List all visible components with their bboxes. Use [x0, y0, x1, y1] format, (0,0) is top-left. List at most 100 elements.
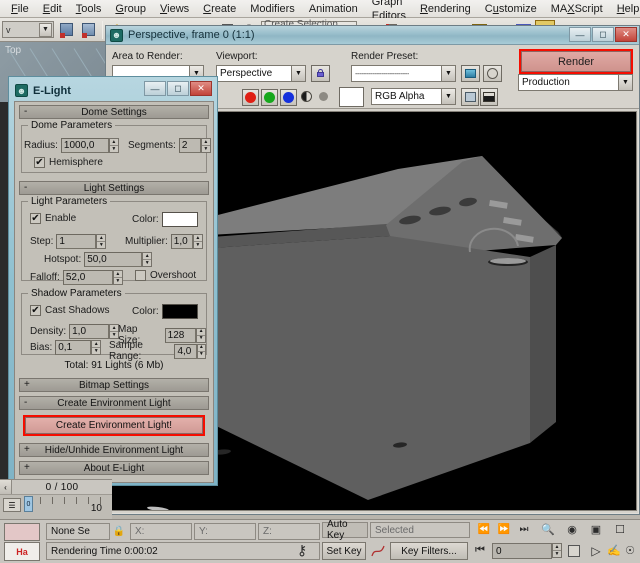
- key-filters-button[interactable]: Key Filters...: [390, 542, 468, 560]
- menu-item-help[interactable]: Help: [610, 1, 640, 17]
- hotspot-input[interactable]: 50,0: [84, 252, 142, 267]
- prev-frame-icon[interactable]: ‹: [0, 480, 12, 494]
- track-bar[interactable]: ☰ 0 10: [0, 495, 112, 519]
- set-key-button[interactable]: Set Key: [322, 542, 366, 560]
- chevron-down-icon[interactable]: ▼: [291, 66, 305, 81]
- menu-item-maxscript[interactable]: MAXScript: [544, 1, 610, 17]
- render-button[interactable]: Render: [521, 51, 631, 72]
- channel-combo[interactable]: RGB Alpha ▼: [371, 88, 456, 105]
- rollout-toggle-icon[interactable]: -: [24, 182, 27, 194]
- rollout-toggle-icon[interactable]: +: [24, 462, 30, 474]
- light-color-swatch[interactable]: [162, 212, 198, 227]
- green-channel-icon[interactable]: [261, 89, 278, 106]
- menu-item-tools[interactable]: Tools: [69, 1, 109, 17]
- menu-item-edit[interactable]: Edit: [36, 1, 69, 17]
- enable-checkbox[interactable]: ✔: [30, 213, 41, 224]
- overshoot-checkbox[interactable]: [135, 270, 146, 281]
- red-channel-icon[interactable]: [242, 89, 259, 106]
- lock-icon[interactable]: [311, 65, 330, 82]
- key-curve-icon[interactable]: [370, 542, 386, 559]
- menu-item-views[interactable]: Views: [153, 1, 196, 17]
- rollout-about[interactable]: + About E-Light: [19, 461, 209, 475]
- viewport-combo[interactable]: Perspective ▼: [216, 65, 306, 82]
- minimize-icon[interactable]: —: [569, 27, 591, 42]
- rollout-dome-settings[interactable]: - Dome Settings: [19, 105, 209, 119]
- status-color-swatch[interactable]: [4, 523, 40, 541]
- save-image-icon[interactable]: [461, 88, 479, 106]
- bias-input[interactable]: 0,1: [55, 340, 91, 355]
- rollout-toggle-icon[interactable]: +: [24, 379, 30, 391]
- time-slider-frame-label[interactable]: 0 / 100: [12, 482, 112, 493]
- hemisphere-checkbox[interactable]: ✔: [34, 157, 45, 168]
- menu-item-create[interactable]: Create: [196, 1, 243, 17]
- chevron-down-icon[interactable]: ▼: [441, 89, 455, 104]
- zoom-extents-icon[interactable]: ▣: [588, 522, 604, 537]
- menu-item-modifiers[interactable]: Modifiers: [243, 1, 302, 17]
- maximize-icon[interactable]: ◻: [167, 81, 189, 96]
- selection-lock-icon[interactable]: 🔒: [112, 524, 126, 538]
- orbit-icon[interactable]: ☉: [622, 542, 638, 559]
- blue-channel-icon[interactable]: [280, 89, 297, 106]
- radius-spinner[interactable]: ▲▼: [109, 138, 119, 153]
- multiplier-spinner[interactable]: ▲▼: [193, 234, 203, 249]
- rollout-bitmap-settings[interactable]: + Bitmap Settings: [19, 378, 209, 392]
- menu-item-animation[interactable]: Animation: [302, 1, 365, 17]
- density-input[interactable]: 1,0: [69, 324, 109, 339]
- menu-item-file[interactable]: File: [4, 1, 36, 17]
- rollout-create-environment-light[interactable]: - Create Environment Light: [19, 396, 209, 410]
- time-configuration-icon[interactable]: [566, 542, 582, 559]
- chevron-down-icon[interactable]: ▼: [618, 75, 632, 90]
- alpha-channel-icon[interactable]: [301, 91, 312, 102]
- coordinate-z-field[interactable]: Z:: [258, 523, 320, 540]
- named-selection-combo[interactable]: v ▼: [2, 21, 54, 38]
- bias-spinner[interactable]: ▲▼: [91, 340, 101, 355]
- status-swatch-label[interactable]: Ha: [4, 542, 40, 561]
- minimize-icon[interactable]: —: [144, 81, 166, 96]
- coordinate-y-field[interactable]: Y:: [194, 523, 256, 540]
- cast-shadows-checkbox[interactable]: ✔: [30, 305, 41, 316]
- mono-channel-icon[interactable]: [319, 92, 328, 101]
- absolute-relative-key-icon[interactable]: ⚷: [290, 540, 314, 560]
- environment-settings-icon[interactable]: [483, 65, 502, 82]
- create-environment-light-button[interactable]: Create Environment Light!: [25, 417, 203, 434]
- current-frame-spinner[interactable]: ▲▼: [552, 543, 562, 558]
- maximize-icon[interactable]: ◻: [592, 27, 614, 42]
- pan-icon[interactable]: ✍: [606, 542, 622, 559]
- render-preset-combo[interactable]: ------------------------- ▼: [351, 65, 456, 82]
- elight-titlebar[interactable]: ☻ E-Light — ◻ ✕: [12, 80, 214, 101]
- last-frame-icon[interactable]: ⏭: [516, 522, 532, 537]
- step-spinner[interactable]: ▲▼: [96, 234, 106, 249]
- menu-item-rendering[interactable]: Rendering: [413, 1, 478, 17]
- rollout-hide-unhide[interactable]: + Hide/Unhide Environment Light: [19, 443, 209, 457]
- render-mode-combo[interactable]: Production ▼: [518, 74, 633, 91]
- key-mode-combo[interactable]: Selected: [370, 522, 470, 538]
- time-slider-handle[interactable]: 0: [24, 496, 33, 512]
- undo-icon[interactable]: [56, 20, 76, 40]
- first-frame-icon[interactable]: ⏮: [472, 542, 488, 559]
- zoom-all-icon[interactable]: ◉: [564, 522, 580, 537]
- shadow-color-swatch[interactable]: [162, 304, 198, 319]
- hotspot-spinner[interactable]: ▲▼: [142, 252, 152, 267]
- multiplier-input[interactable]: 1,0: [171, 234, 193, 249]
- current-frame-input[interactable]: 0: [492, 543, 552, 559]
- close-icon[interactable]: ✕: [615, 27, 637, 42]
- maximize-viewport-icon[interactable]: ☐: [612, 522, 628, 537]
- chevron-down-icon[interactable]: ▼: [441, 66, 455, 81]
- alpha-preview-swatch[interactable]: [339, 87, 364, 107]
- rollout-toggle-icon[interactable]: +: [24, 444, 30, 456]
- close-icon[interactable]: ✕: [190, 81, 212, 96]
- auto-key-button[interactable]: Auto Key: [322, 522, 368, 538]
- menu-item-group[interactable]: Group: [108, 1, 153, 17]
- zoom-icon[interactable]: 🔍: [540, 522, 556, 537]
- sample-range-input[interactable]: 4,0: [174, 344, 196, 359]
- play-icon[interactable]: ▷: [588, 542, 604, 559]
- segments-spinner[interactable]: ▲▼: [201, 138, 211, 153]
- coordinate-x-field[interactable]: X:: [130, 523, 192, 540]
- falloff-spinner[interactable]: ▲▼: [113, 270, 123, 285]
- rollout-toggle-icon[interactable]: -: [24, 106, 27, 118]
- falloff-input[interactable]: 52,0: [63, 270, 113, 285]
- render-window-titlebar[interactable]: ☻ Perspective, frame 0 (1:1) — ◻ ✕: [106, 26, 639, 45]
- sample-range-spinner[interactable]: ▲▼: [197, 344, 206, 359]
- next-frame-icon[interactable]: ⏩: [496, 522, 512, 537]
- prev-frame-icon[interactable]: ⏪: [476, 522, 492, 537]
